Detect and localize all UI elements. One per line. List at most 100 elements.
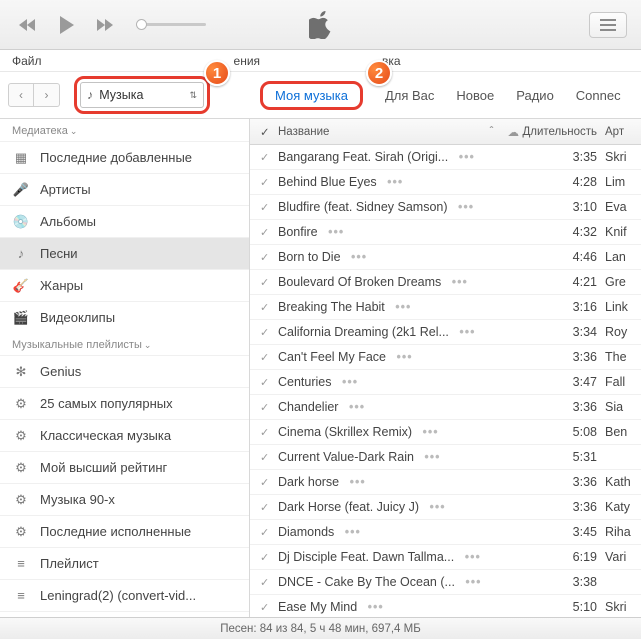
column-header[interactable]: ✓ Названиеˆ☁ Длительность Арт	[250, 119, 641, 145]
track-duration: 5:10	[539, 600, 605, 614]
sidebar-item[interactable]: ⚙Классическая музыка	[0, 419, 249, 451]
sidebar-item[interactable]: ▦Последние добавленные	[0, 141, 249, 173]
more-icon[interactable]: •••	[347, 250, 368, 264]
forward-button[interactable]: ›	[34, 83, 60, 107]
track-artist: Fall	[605, 375, 641, 389]
sidebar-item[interactable]: ✻Genius	[0, 355, 249, 387]
more-icon[interactable]: •••	[420, 450, 441, 464]
gear-icon: ⚙	[12, 396, 30, 412]
track-row[interactable]: ✓Bludfire (feat. Sidney Samson) •••3:10E…	[250, 195, 641, 220]
sidebar-item[interactable]: ≡Lumpics	[0, 611, 249, 617]
play-button[interactable]	[46, 11, 86, 39]
sidebar-item[interactable]: 🎤Артисты	[0, 173, 249, 205]
sidebar-item-label: Последние исполненные	[40, 524, 191, 539]
column-duration[interactable]: Длительность	[519, 126, 605, 138]
more-icon[interactable]: •••	[324, 225, 345, 239]
track-row[interactable]: ✓Cinema (Skrillex Remix) •••5:08Ben	[250, 420, 641, 445]
tab-my-music[interactable]: Моя музыка	[260, 81, 363, 110]
track-duration: 4:46	[539, 250, 605, 264]
track-row[interactable]: ✓Can't Feel My Face •••3:36The	[250, 345, 641, 370]
track-artist: Kath	[605, 475, 641, 489]
more-icon[interactable]: •••	[425, 500, 446, 514]
sidebar-item[interactable]: ⚙Музыка 90-х	[0, 483, 249, 515]
track-row[interactable]: ✓Current Value-Dark Rain •••5:31	[250, 445, 641, 470]
callout-badge-1: 1	[204, 60, 230, 86]
back-button[interactable]: ‹	[8, 83, 34, 107]
sidebar-item[interactable]: ⚙Последние исполненные	[0, 515, 249, 547]
list-view-button[interactable]	[589, 12, 627, 38]
track-row[interactable]: ✓Boulevard Of Broken Dreams •••4:21Gre	[250, 270, 641, 295]
track-row[interactable]: ✓Bonfire •••4:32Knif	[250, 220, 641, 245]
more-icon[interactable]: •••	[363, 600, 384, 614]
sort-asc-icon[interactable]: ˆ	[490, 126, 494, 138]
track-row[interactable]: ✓Born to Die •••4:46Lan	[250, 245, 641, 270]
sidebar-item[interactable]: ≡Плейлист	[0, 547, 249, 579]
track-row[interactable]: ✓Dj Disciple Feat. Dawn Tallma... •••6:1…	[250, 545, 641, 570]
track-title: Dark Horse (feat. Juicy J) •••	[278, 500, 539, 514]
track-row[interactable]: ✓Behind Blue Eyes •••4:28Lim	[250, 170, 641, 195]
sidebar-section-playlists[interactable]: Музыкальные плейлисты⌄	[0, 333, 249, 355]
sidebar-item[interactable]: ≡Leningrad(2) (convert-vid...	[0, 579, 249, 611]
tab-new[interactable]: Новое	[456, 88, 494, 103]
track-title: Breaking The Habit •••	[278, 300, 539, 314]
sidebar-item-label: Музыка 90-х	[40, 492, 115, 507]
track-row[interactable]: ✓Bangarang Feat. Sirah (Origi... •••3:35…	[250, 145, 641, 170]
track-duration: 3:36	[539, 350, 605, 364]
more-icon[interactable]: •••	[392, 350, 413, 364]
more-icon[interactable]: •••	[391, 300, 412, 314]
track-title: Ease My Mind •••	[278, 600, 539, 614]
track-row[interactable]: ✓Dark Horse (feat. Juicy J) •••3:36Katy	[250, 495, 641, 520]
library-dropdown[interactable]: ♪ Музыка ⇅	[80, 82, 204, 108]
sidebar-item[interactable]: ⚙25 самых популярных	[0, 387, 249, 419]
checkmark-icon: ✓	[260, 326, 278, 339]
column-artist[interactable]: Арт	[605, 126, 641, 138]
menu-item[interactable]: ения	[234, 54, 261, 68]
prev-track-button[interactable]	[10, 11, 44, 39]
cloud-icon[interactable]: ☁	[508, 125, 520, 139]
tab-connect[interactable]: Connec	[576, 88, 621, 103]
more-icon[interactable]: •••	[340, 525, 361, 539]
sidebar-item[interactable]: ⚙Мой высший рейтинг	[0, 451, 249, 483]
more-icon[interactable]: •••	[461, 575, 482, 589]
more-icon[interactable]: •••	[454, 200, 475, 214]
track-artist: Lim	[605, 175, 641, 189]
sidebar-item[interactable]: 💿Альбомы	[0, 205, 249, 237]
more-icon[interactable]: •••	[344, 400, 365, 414]
track-row[interactable]: ✓DNCE - Cake By The Ocean (... •••3:38	[250, 570, 641, 595]
track-title: Boulevard Of Broken Dreams •••	[278, 275, 539, 289]
sidebar-item[interactable]: 🎸Жанры	[0, 269, 249, 301]
more-icon[interactable]: •••	[455, 325, 476, 339]
checkmark-icon: ✓	[260, 426, 278, 439]
track-duration: 3:36	[539, 500, 605, 514]
tab-radio[interactable]: Радио	[516, 88, 554, 103]
track-row[interactable]: ✓Breaking The Habit •••3:16Link	[250, 295, 641, 320]
more-icon[interactable]: •••	[447, 275, 468, 289]
sidebar-item[interactable]: 🎬Видеоклипы	[0, 301, 249, 333]
more-icon[interactable]: •••	[338, 375, 359, 389]
menu-file[interactable]: Файл	[12, 54, 42, 68]
tab-for-you[interactable]: Для Вас	[385, 88, 434, 103]
more-icon[interactable]: •••	[454, 150, 475, 164]
track-row[interactable]: ✓Dark horse •••3:36Kath	[250, 470, 641, 495]
more-icon[interactable]: •••	[383, 175, 404, 189]
volume-slider[interactable]	[136, 23, 206, 26]
track-title: Born to Die •••	[278, 250, 539, 264]
sidebar: Медиатека⌄ ▦Последние добавленные🎤Артист…	[0, 119, 250, 617]
track-row[interactable]: ✓Ease My Mind •••5:10Skri	[250, 595, 641, 617]
more-icon[interactable]: •••	[460, 550, 481, 564]
track-row[interactable]: ✓California Dreaming (2k1 Rel... •••3:34…	[250, 320, 641, 345]
status-bar: Песен: 84 из 84, 5 ч 48 мин, 697,4 МБ	[0, 617, 641, 639]
checkmark-icon: ✓	[260, 226, 278, 239]
next-track-button[interactable]	[88, 11, 122, 39]
track-list[interactable]: ✓Bangarang Feat. Sirah (Origi... •••3:35…	[250, 145, 641, 617]
more-icon[interactable]: •••	[345, 475, 366, 489]
track-duration: 5:31	[539, 450, 605, 464]
track-row[interactable]: ✓Diamonds •••3:45Riha	[250, 520, 641, 545]
gear-icon: ⚙	[12, 460, 30, 476]
column-name[interactable]: Название	[278, 126, 329, 138]
sidebar-item[interactable]: ♪Песни	[0, 237, 249, 269]
sidebar-section-library[interactable]: Медиатека⌄	[0, 119, 249, 141]
more-icon[interactable]: •••	[418, 425, 439, 439]
track-row[interactable]: ✓Centuries •••3:47Fall	[250, 370, 641, 395]
track-row[interactable]: ✓Chandelier •••3:36Sia	[250, 395, 641, 420]
